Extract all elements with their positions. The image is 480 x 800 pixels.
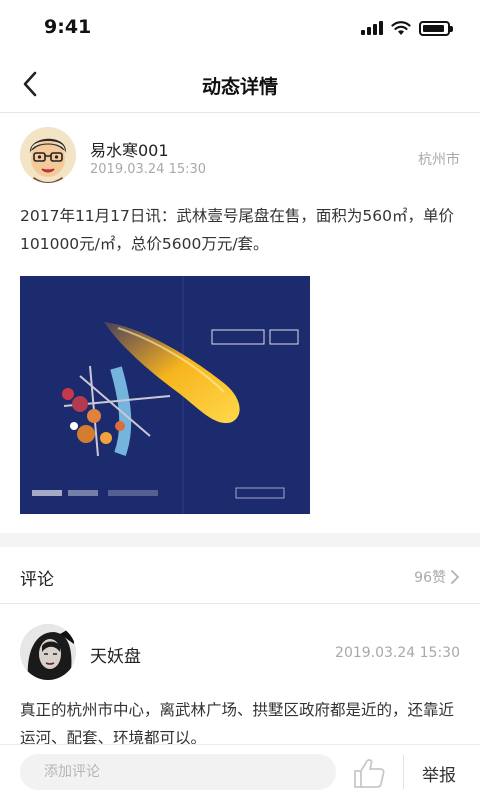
post-image[interactable] [20,276,310,514]
commenter-avatar[interactable] [20,624,76,680]
author-avatar[interactable] [20,127,76,183]
status-time: 9:41 [44,16,92,38]
bottom-divider [403,755,404,789]
section-divider [0,533,480,547]
like-button[interactable] [352,757,386,789]
comment-input[interactable] [20,754,336,790]
commenter-name[interactable]: 天妖盘 [90,642,141,667]
cellular-signal-icon [361,21,383,35]
battery-icon [419,20,453,36]
post-time: 2019.03.24 15:30 [90,162,207,177]
comment-item: 天妖盘 2019.03.24 15:30 真正的杭州市中心，离武林广场、拱墅区政… [0,604,480,747]
comments-header: 评论 96赞 [0,547,480,604]
post-text: 2017年11月17日讯：武林壹号尾盘在售，面积为560㎡，单价101000元/… [20,207,454,253]
post-card: 易水寒001 2019.03.24 15:30 杭州市 2017年11月17日讯… [0,113,480,533]
report-button[interactable]: 举报 [422,761,456,786]
portrait-avatar-image [20,624,76,680]
comments-title: 评论 [20,570,54,590]
status-icons [361,20,453,36]
status-bar: 9:41 [0,0,480,56]
comment-time: 2019.03.24 15:30 [335,645,460,661]
author-name[interactable]: 易水寒001 [90,137,169,161]
page-title: 动态详情 [201,76,278,98]
chevron-right-icon [451,570,459,584]
nav-bar: 动态详情 [0,56,480,113]
likes-label: 96赞 [414,570,446,586]
brochure-image [20,276,310,514]
thumbs-up-icon [354,759,385,788]
cartoon-avatar-image [20,127,76,183]
wifi-icon [391,21,411,35]
post-city: 杭州市 [418,152,460,168]
bottom-bar: 举报 [0,744,480,800]
likes-count[interactable]: 96赞 [414,567,460,587]
battery-fill [423,24,444,32]
